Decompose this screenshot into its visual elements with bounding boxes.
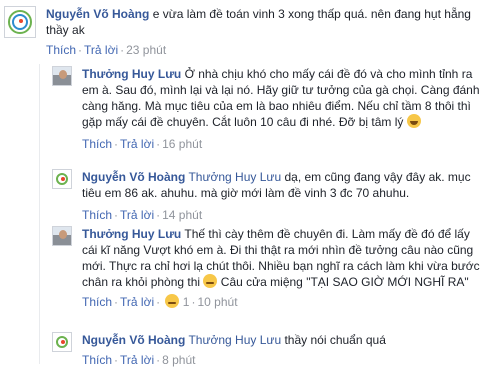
comment-actions: Thích · Trả lời · 1 · 10 phút bbox=[82, 294, 238, 309]
comment-actions: Thích · Trả lời · 14 phút bbox=[82, 208, 203, 222]
sad-emoji bbox=[203, 274, 218, 288]
avatar-nguyen-vo-hoang[interactable] bbox=[52, 169, 72, 189]
comment-author[interactable]: Thưởng Huy Lưu bbox=[82, 227, 181, 241]
comment-text: Thưởng Huy Lưu Ở nhà chịu khó cho mấy cá… bbox=[82, 66, 482, 130]
like-link[interactable]: Thích bbox=[82, 295, 112, 309]
like-link[interactable]: Thích bbox=[82, 353, 112, 367]
reply-link[interactable]: Trả lời bbox=[120, 295, 154, 309]
like-link[interactable]: Thích bbox=[82, 137, 112, 151]
reply-link[interactable]: Trả lời bbox=[120, 208, 154, 222]
like-link[interactable]: Thích bbox=[46, 43, 76, 57]
comment-actions: Thích · Trả lời · 16 phút bbox=[82, 137, 203, 151]
comment-author[interactable]: Nguyễn Võ Hoàng bbox=[46, 7, 149, 21]
comment-actions: Thích · Trả lời · 8 phút bbox=[82, 353, 196, 367]
comment-actions: Thích · Trả lời · 23 phút bbox=[46, 43, 167, 57]
comment-author[interactable]: Nguyễn Võ Hoàng bbox=[82, 170, 185, 184]
comment-4: Thưởng Huy Lưu Thế thì cày thêm đề chuyê… bbox=[52, 226, 482, 310]
comment-2: Thưởng Huy Lưu Ở nhà chịu khó cho mấy cá… bbox=[52, 66, 482, 152]
comment-time[interactable]: 14 phút bbox=[162, 208, 202, 222]
smile-emoji bbox=[406, 114, 421, 128]
comment-text: Nguyễn Võ Hoàng Thưởng Huy Lưu thầy nói … bbox=[82, 332, 482, 348]
comment-5: Nguyễn Võ Hoàng Thưởng Huy Lưu thầy nói … bbox=[52, 332, 482, 368]
comment-message-2: Câu cửa miệng "TẠI SAO GIỜ MỚI NGHĨ RA" bbox=[220, 275, 469, 289]
comment-3: Nguyễn Võ Hoàng Thưởng Huy Lưu dạ, em cũ… bbox=[52, 169, 482, 223]
mention-link[interactable]: Thưởng Huy Lưu bbox=[188, 333, 281, 347]
reply-link[interactable]: Trả lời bbox=[120, 353, 154, 367]
reply-link[interactable]: Trả lời bbox=[84, 43, 118, 57]
comment-time[interactable]: 8 phút bbox=[162, 353, 195, 367]
comment-text: Nguyễn Võ Hoàng e vừa làm đề toán vinh 3… bbox=[46, 6, 476, 38]
avatar-thuong-huy-luu[interactable] bbox=[52, 226, 72, 246]
thread-line bbox=[39, 64, 40, 364]
reply-link[interactable]: Trả lời bbox=[120, 137, 154, 151]
mention-link[interactable]: Thưởng Huy Lưu bbox=[188, 170, 281, 184]
comment-body: Thưởng Huy Lưu Thế thì cày thêm đề chuyê… bbox=[82, 226, 482, 310]
comment-message: thầy nói chuẩn quá bbox=[284, 333, 386, 347]
comment-body: Thưởng Huy Lưu Ở nhà chịu khó cho mấy cá… bbox=[82, 66, 482, 152]
comment-time[interactable]: 10 phút bbox=[197, 295, 237, 309]
comment-author[interactable]: Thưởng Huy Lưu bbox=[82, 67, 181, 81]
avatar-nguyen-vo-hoang[interactable] bbox=[4, 6, 36, 38]
comment-author[interactable]: Nguyễn Võ Hoàng bbox=[82, 333, 185, 347]
comment-body: Nguyễn Võ Hoàng e vừa làm đề toán vinh 3… bbox=[46, 6, 476, 58]
comment-time[interactable]: 16 phút bbox=[162, 137, 202, 151]
comment-time[interactable]: 23 phút bbox=[126, 43, 166, 57]
comment-body: Nguyễn Võ Hoàng Thưởng Huy Lưu thầy nói … bbox=[82, 332, 482, 368]
comment-text: Nguyễn Võ Hoàng Thưởng Huy Lưu dạ, em cũ… bbox=[82, 169, 482, 201]
reaction-icon[interactable] bbox=[165, 294, 180, 308]
comment-body: Nguyễn Võ Hoàng Thưởng Huy Lưu dạ, em cũ… bbox=[82, 169, 482, 223]
reaction-count[interactable]: 1 bbox=[183, 295, 190, 309]
avatar-nguyen-vo-hoang[interactable] bbox=[52, 332, 72, 352]
comment-1: Nguyễn Võ Hoàng e vừa làm đề toán vinh 3… bbox=[4, 6, 482, 58]
avatar-thuong-huy-luu[interactable] bbox=[52, 66, 72, 86]
comment-text: Thưởng Huy Lưu Thế thì cày thêm đề chuyê… bbox=[82, 226, 482, 290]
like-link[interactable]: Thích bbox=[82, 208, 112, 222]
